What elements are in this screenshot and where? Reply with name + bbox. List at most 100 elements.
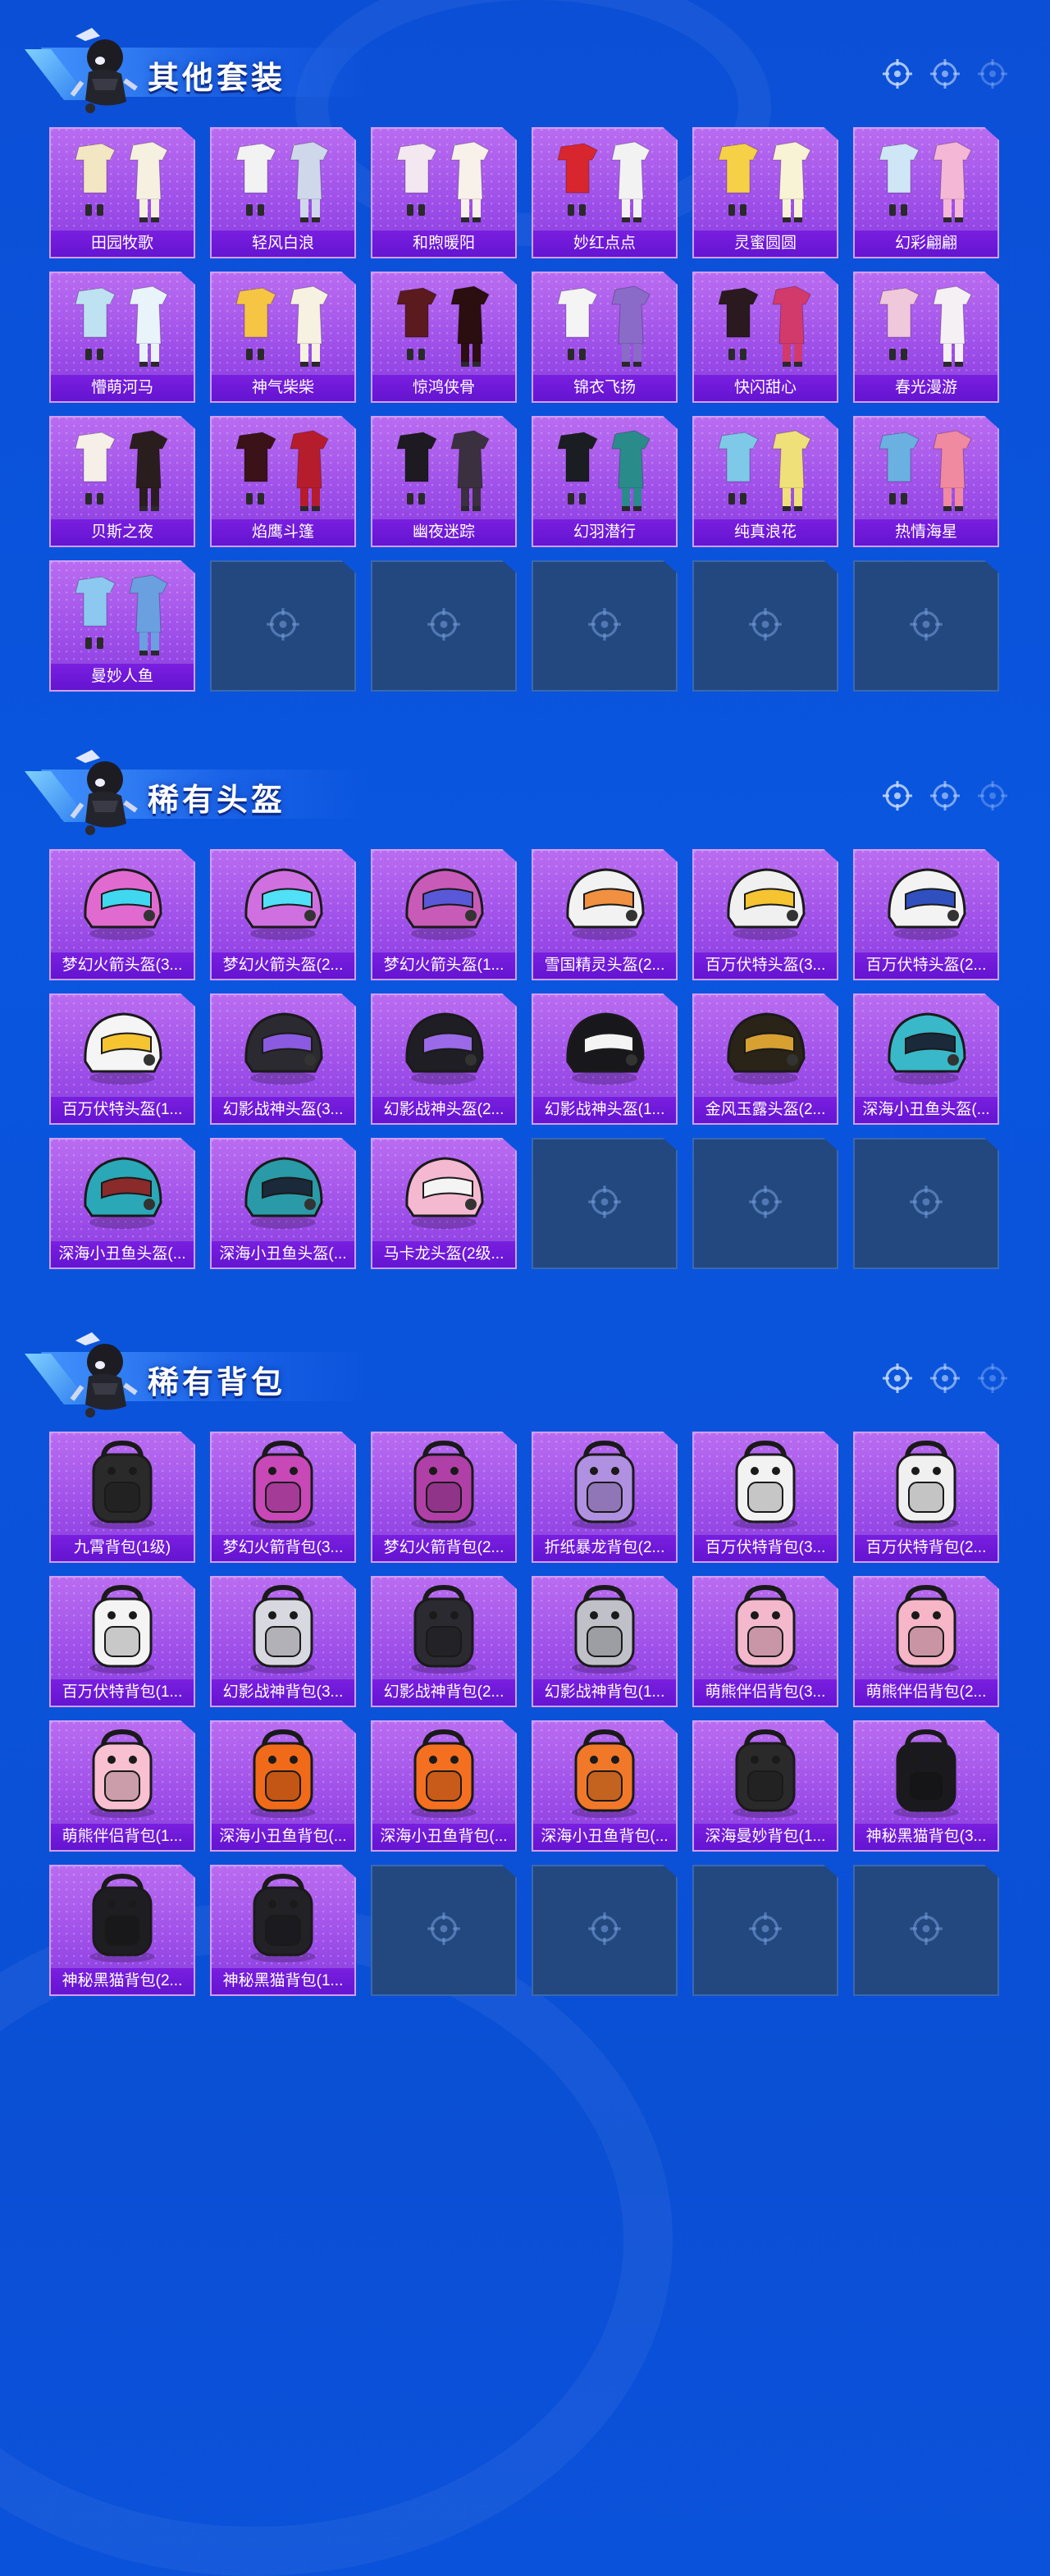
- helmet-image: [212, 856, 354, 951]
- item-card[interactable]: 百万伏特背包(1...: [49, 1576, 195, 1707]
- item-card[interactable]: 幻影战神背包(3...: [210, 1576, 356, 1707]
- item-name: 快闪甜心: [694, 374, 837, 401]
- item-card[interactable]: 幻影战神头盔(1...: [532, 993, 678, 1125]
- item-card[interactable]: 幻彩翩翩: [853, 127, 999, 258]
- item-card[interactable]: 百万伏特背包(2...: [853, 1432, 999, 1563]
- crosshair-icon: [908, 606, 944, 646]
- item-name: 马卡龙头盔(2级...: [372, 1240, 515, 1267]
- backpack-image: [212, 1438, 354, 1533]
- item-card[interactable]: 梦幻火箭背包(3...: [210, 1432, 356, 1563]
- item-card[interactable]: 萌熊伴侣背包(2...: [853, 1576, 999, 1707]
- item-card[interactable]: 梦幻火箭头盔(3...: [49, 849, 195, 980]
- crosshair-icon: [587, 1184, 623, 1224]
- item-card[interactable]: 深海小丑鱼背包(...: [210, 1720, 356, 1852]
- item-card[interactable]: 马卡龙头盔(2级...: [371, 1138, 517, 1269]
- item-card[interactable]: 深海小丑鱼背包(...: [371, 1720, 517, 1852]
- item-card[interactable]: 灵蜜圆圆: [692, 127, 838, 258]
- item-card[interactable]: 曼妙人鱼: [49, 560, 195, 692]
- item-card[interactable]: 萌熊伴侣背包(1...: [49, 1720, 195, 1852]
- section-header: 稀有背包: [25, 1329, 1025, 1419]
- crosshair-icon: [881, 57, 914, 90]
- item-card[interactable]: 神秘黑猫背包(2...: [49, 1865, 195, 1996]
- header-decoration: [881, 57, 1009, 90]
- item-card[interactable]: 深海小丑鱼头盔(...: [210, 1138, 356, 1269]
- item-card[interactable]: 惊鸿侠骨: [371, 272, 517, 403]
- empty-slot: [853, 1138, 999, 1269]
- item-card[interactable]: 深海小丑鱼背包(...: [532, 1720, 678, 1852]
- item-card[interactable]: 深海曼妙背包(1...: [692, 1720, 838, 1852]
- item-name: 百万伏特头盔(2...: [855, 952, 998, 979]
- item-card[interactable]: 春光漫游: [853, 272, 999, 403]
- item-name: 梦幻火箭头盔(2...: [212, 952, 354, 979]
- item-card[interactable]: 幻影战神背包(1...: [532, 1576, 678, 1707]
- item-card[interactable]: 深海小丑鱼头盔(...: [49, 1138, 195, 1269]
- item-name: 惊鸿侠骨: [372, 374, 515, 401]
- item-card[interactable]: 热情海星: [853, 416, 999, 547]
- item-card[interactable]: 神秘黑猫背包(3...: [853, 1720, 999, 1852]
- mascot-icon: [67, 1329, 141, 1419]
- item-card[interactable]: 幻影战神头盔(2...: [371, 993, 517, 1125]
- empty-slot: [371, 560, 517, 692]
- item-card[interactable]: 和煦暖阳: [371, 127, 517, 258]
- outfit-image: [51, 278, 194, 373]
- item-card[interactable]: 贝斯之夜: [49, 416, 195, 547]
- helmet-image: [533, 856, 676, 951]
- crosshair-icon: [587, 1911, 623, 1951]
- helmet-image: [533, 1000, 676, 1095]
- item-card[interactable]: 快闪甜心: [692, 272, 838, 403]
- helmet-image: [212, 1144, 354, 1240]
- item-name: 百万伏特背包(3...: [694, 1534, 837, 1561]
- backpack-image: [372, 1583, 515, 1678]
- outfit-image: [855, 422, 998, 518]
- backpack-image: [372, 1438, 515, 1533]
- item-card[interactable]: 懵萌河马: [49, 272, 195, 403]
- item-card[interactable]: 田园牧歌: [49, 127, 195, 258]
- crosshair-icon: [929, 1362, 961, 1395]
- item-grid: 田园牧歌 轻风白浪 和煦暖阳 妙红点点 灵蜜圆圆 幻彩翩翩 懵萌河马 神气柴柴 …: [49, 127, 999, 692]
- item-card[interactable]: 梦幻火箭头盔(2...: [210, 849, 356, 980]
- item-name: 幻影战神背包(1...: [533, 1679, 676, 1706]
- item-card[interactable]: 锦衣飞扬: [532, 272, 678, 403]
- crosshair-icon: [881, 1362, 914, 1395]
- item-card[interactable]: 神秘黑猫背包(1...: [210, 1865, 356, 1996]
- item-card[interactable]: 轻风白浪: [210, 127, 356, 258]
- item-card[interactable]: 百万伏特头盔(1...: [49, 993, 195, 1125]
- item-card[interactable]: 折纸暴龙背包(2...: [532, 1432, 678, 1563]
- item-card[interactable]: 纯真浪花: [692, 416, 838, 547]
- item-card[interactable]: 百万伏特头盔(2...: [853, 849, 999, 980]
- item-card[interactable]: 萌熊伴侣背包(3...: [692, 1576, 838, 1707]
- item-card[interactable]: 幻影战神头盔(3...: [210, 993, 356, 1125]
- backpack-image: [212, 1871, 354, 1966]
- item-card[interactable]: 幻影战神背包(2...: [371, 1576, 517, 1707]
- item-card[interactable]: 妙红点点: [532, 127, 678, 258]
- helmet-image: [51, 856, 194, 951]
- item-card[interactable]: 焰鹰斗篷: [210, 416, 356, 547]
- outfit-image: [694, 422, 837, 518]
- item-card[interactable]: 梦幻火箭头盔(1...: [371, 849, 517, 980]
- item-card[interactable]: 金风玉露头盔(2...: [692, 993, 838, 1125]
- helmet-image: [372, 1144, 515, 1240]
- backpack-image: [694, 1438, 837, 1533]
- item-card[interactable]: 幻羽潜行: [532, 416, 678, 547]
- crosshair-icon: [587, 606, 623, 646]
- outfit-image: [855, 278, 998, 373]
- item-card[interactable]: 百万伏特背包(3...: [692, 1432, 838, 1563]
- item-card[interactable]: 九霄背包(1级): [49, 1432, 195, 1563]
- item-card[interactable]: 幽夜迷踪: [371, 416, 517, 547]
- item-card[interactable]: 神气柴柴: [210, 272, 356, 403]
- empty-slot: [210, 560, 356, 692]
- item-name: 九霄背包(1级): [51, 1534, 194, 1561]
- item-card[interactable]: 百万伏特头盔(3...: [692, 849, 838, 980]
- crosshair-icon: [929, 779, 961, 812]
- item-name: 深海小丑鱼头盔(...: [212, 1240, 354, 1267]
- section-title: 稀有头盔: [148, 783, 286, 818]
- item-name: 深海小丑鱼背包(...: [212, 1823, 354, 1850]
- item-card[interactable]: 雪国精灵头盔(2...: [532, 849, 678, 980]
- item-name: 幻羽潜行: [533, 518, 676, 546]
- item-card[interactable]: 深海小丑鱼头盔(...: [853, 993, 999, 1125]
- item-card[interactable]: 梦幻火箭背包(2...: [371, 1432, 517, 1563]
- mascot-icon: [67, 25, 141, 115]
- backpack-image: [855, 1583, 998, 1678]
- item-name: 金风玉露头盔(2...: [694, 1096, 837, 1123]
- outfit-image: [533, 422, 676, 518]
